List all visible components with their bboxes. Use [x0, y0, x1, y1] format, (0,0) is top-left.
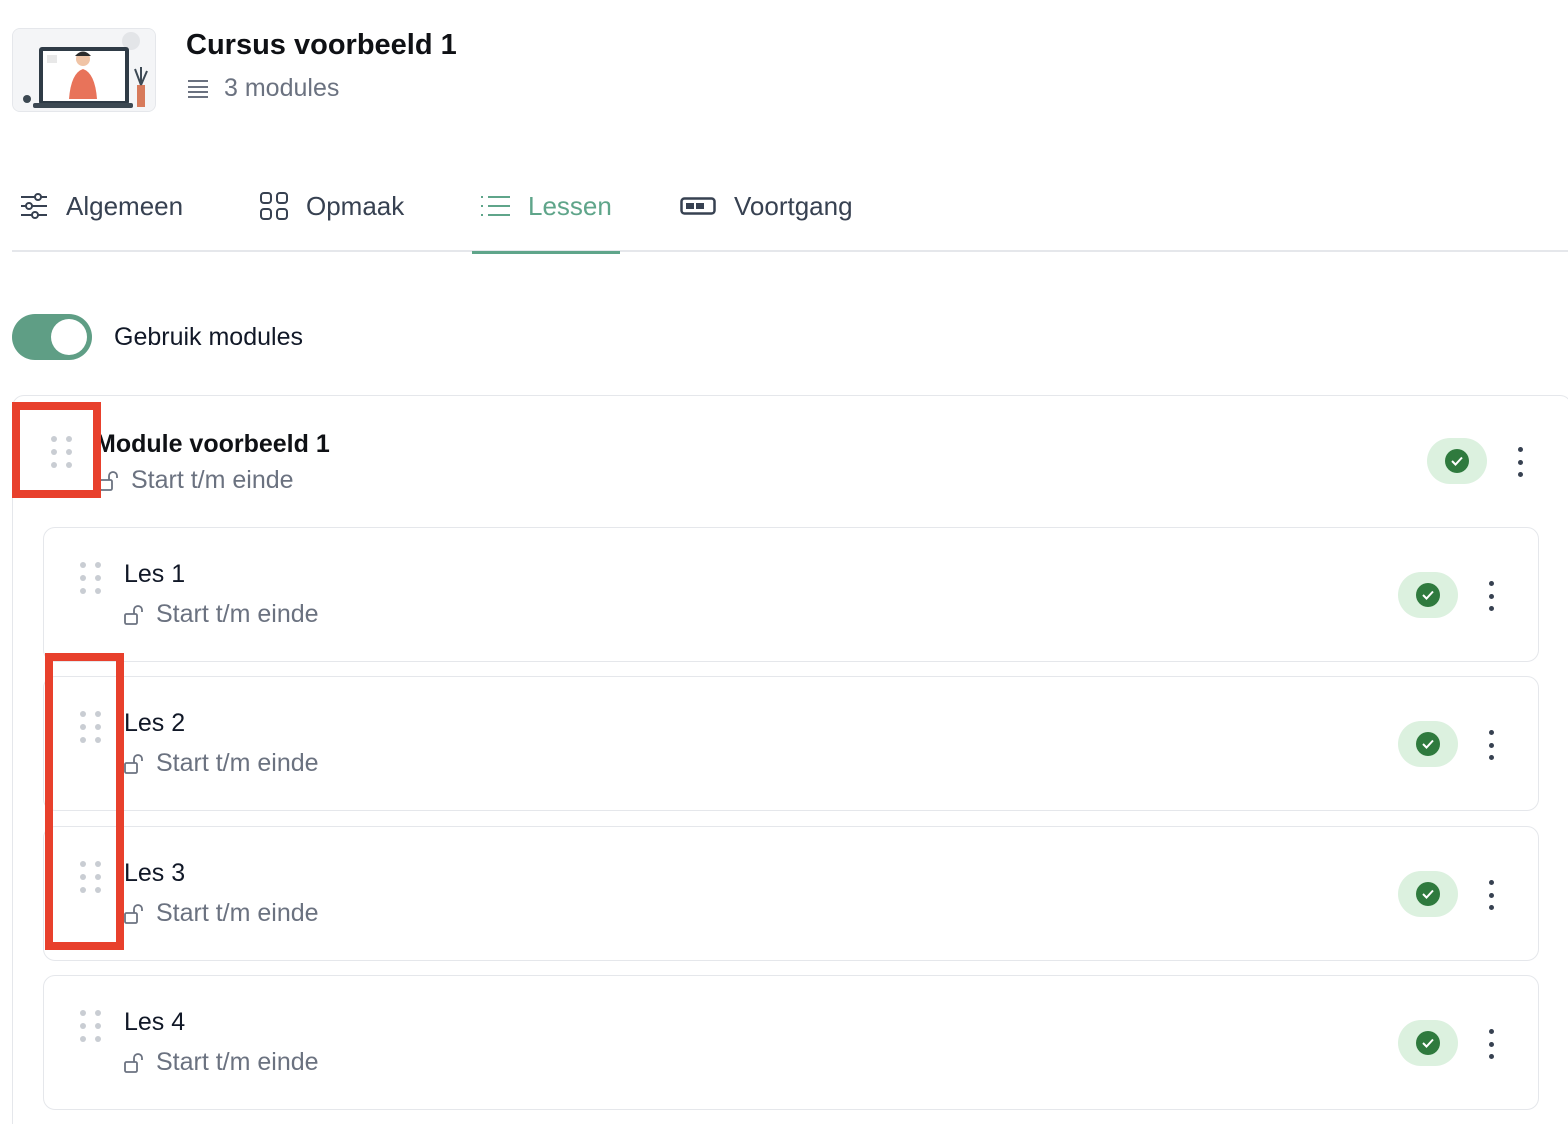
tab-lessen-label: Lessen [528, 190, 612, 221]
lesson-availability: Start t/m einde [124, 600, 319, 629]
unlock-icon [124, 1052, 143, 1073]
check-icon [1416, 583, 1440, 607]
lesson-status-badge[interactable] [1398, 871, 1458, 917]
tab-opmaak[interactable]: Opmaak [252, 160, 412, 252]
lesson-drag-handle[interactable] [80, 861, 101, 893]
unlock-icon [124, 604, 143, 625]
sliders-icon [21, 193, 47, 219]
lesson-availability: Start t/m einde [124, 899, 319, 928]
tab-lessen[interactable]: Lessen [472, 160, 620, 254]
module-availability: Start t/m einde [99, 466, 294, 495]
lesson-availability: Start t/m einde [124, 749, 319, 778]
lesson-drag-handle[interactable] [80, 562, 101, 594]
lesson-drag-handle[interactable] [80, 711, 101, 743]
tab-opmaak-label: Opmaak [306, 190, 405, 221]
module-drag-handle[interactable] [51, 436, 72, 468]
use-modules-toggle[interactable] [12, 314, 92, 360]
course-thumbnail [12, 28, 156, 112]
lesson-title[interactable]: Les 1 [124, 560, 185, 589]
module-card: Module voorbeeld 1 Start t/m einde Les 1 [12, 395, 1568, 1124]
lesson-status-badge[interactable] [1398, 1020, 1458, 1066]
module-title[interactable]: Module voorbeeld 1 [95, 430, 330, 459]
lesson-availability: Start t/m einde [124, 1048, 319, 1077]
lesson-availability-label: Start t/m einde [156, 600, 319, 628]
lesson-card: Les 1 Start t/m einde [43, 527, 1539, 662]
module-more-icon[interactable] [1510, 447, 1530, 477]
lesson-status-badge[interactable] [1398, 572, 1458, 618]
unlock-icon [124, 753, 143, 774]
lesson-status-badge[interactable] [1398, 721, 1458, 767]
module-status-badge[interactable] [1427, 438, 1487, 484]
toggle-knob [51, 319, 87, 355]
lesson-card: Les 4 Start t/m einde [43, 975, 1539, 1110]
tab-bar: Algemeen Opmaak Lessen Voortgang [12, 160, 1568, 254]
lesson-title[interactable]: Les 4 [124, 1008, 185, 1037]
tab-voortgang-label: Voortgang [734, 190, 853, 221]
modules-count: 3 modules [186, 74, 457, 103]
use-modules-label: Gebruik modules [114, 322, 303, 351]
lesson-availability-label: Start t/m einde [156, 749, 319, 777]
course-title: Cursus voorbeeld 1 [186, 29, 457, 61]
lesson-title[interactable]: Les 3 [124, 859, 185, 888]
unlock-icon [99, 470, 118, 491]
tab-algemeen-label: Algemeen [66, 190, 184, 221]
tab-algemeen[interactable]: Algemeen [12, 160, 191, 252]
list-icon [481, 196, 510, 216]
lesson-title[interactable]: Les 2 [124, 709, 185, 738]
lesson-availability-label: Start t/m einde [156, 899, 319, 927]
grid-icon [260, 192, 288, 220]
lesson-more-icon[interactable] [1481, 1029, 1501, 1059]
check-icon [1416, 882, 1440, 906]
lesson-card: Les 2 Start t/m einde [43, 676, 1539, 811]
check-icon [1416, 1031, 1440, 1055]
stack-icon [188, 79, 208, 98]
lesson-more-icon[interactable] [1481, 730, 1501, 760]
unlock-icon [124, 903, 143, 924]
module-availability-label: Start t/m einde [131, 466, 294, 494]
lesson-card: Les 3 Start t/m einde [43, 826, 1539, 961]
use-modules-row: Gebruik modules [12, 314, 303, 360]
lesson-more-icon[interactable] [1481, 880, 1501, 910]
check-icon [1416, 732, 1440, 756]
lesson-more-icon[interactable] [1481, 581, 1501, 611]
lesson-availability-label: Start t/m einde [156, 1048, 319, 1076]
modules-count-label: 3 modules [224, 74, 340, 102]
course-header: Cursus voorbeeld 1 3 modules [12, 28, 457, 112]
check-icon [1445, 449, 1469, 473]
progress-bar-icon [680, 197, 716, 215]
lesson-drag-handle[interactable] [80, 1010, 101, 1042]
tab-voortgang[interactable]: Voortgang [672, 160, 861, 252]
